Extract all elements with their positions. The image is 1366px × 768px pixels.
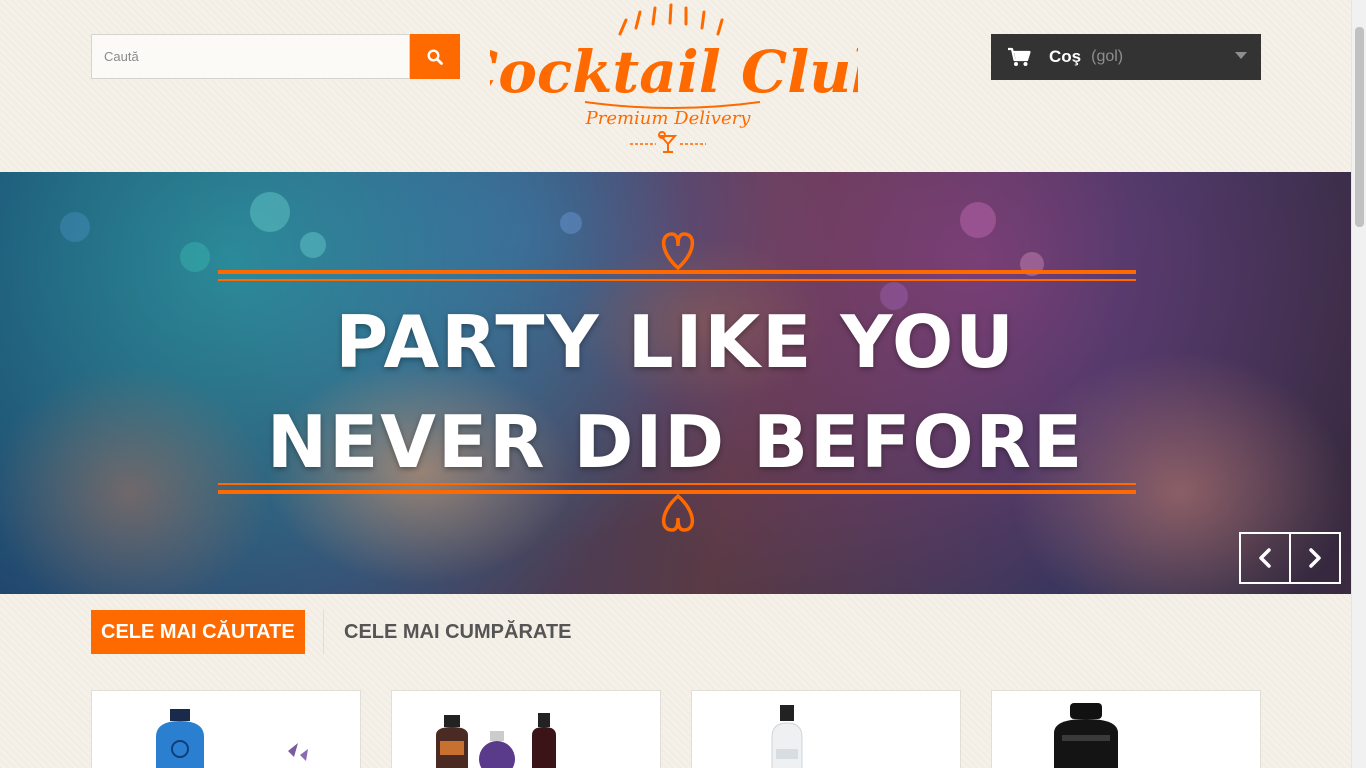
scrollbar-thumb[interactable]	[1355, 27, 1364, 227]
search-input[interactable]	[91, 34, 410, 79]
search-button[interactable]	[410, 34, 460, 79]
banner-headline-line1: PARTY LIKE YOU	[335, 300, 1016, 384]
chevron-right-icon	[1309, 548, 1321, 568]
slider-next-button[interactable]	[1289, 532, 1341, 584]
product-card[interactable]	[391, 690, 661, 768]
chevron-left-icon	[1259, 548, 1271, 568]
scrollbar[interactable]	[1351, 0, 1366, 768]
logo-rays	[618, 3, 724, 36]
site-logo[interactable]: Cocktail Club Premium Delivery	[490, 2, 858, 158]
product-image	[156, 709, 308, 768]
logo-title: Cocktail Club	[490, 38, 858, 106]
product-card[interactable]	[91, 690, 361, 768]
search-icon	[427, 48, 443, 65]
slider-prev-button[interactable]	[1239, 532, 1291, 584]
cart-label: Coş	[1049, 47, 1082, 66]
cart-status: (gol)	[1091, 48, 1124, 65]
tab-most-bought[interactable]: CELE MAI CUMPĂRATE	[323, 610, 591, 654]
page: Cocktail Club Premium Delivery Coş (gol)	[0, 0, 1351, 768]
product-card[interactable]	[691, 690, 961, 768]
search-bar	[91, 34, 460, 79]
chevron-down-icon	[1235, 52, 1247, 59]
product-image	[1054, 703, 1118, 768]
tab-most-searched[interactable]: CELE MAI CĂUTATE	[91, 610, 305, 654]
hero-banner[interactable]: PARTY LIKE YOU NEVER DID BEFORE	[0, 172, 1351, 594]
product-image	[771, 705, 803, 768]
product-image	[436, 713, 556, 768]
shopping-cart-icon	[1008, 47, 1031, 66]
banner-headline-line2: NEVER DID BEFORE	[266, 400, 1085, 484]
product-card[interactable]	[991, 690, 1261, 768]
cocktail-glass-icon	[658, 131, 678, 153]
cart-button[interactable]: Coş (gol)	[991, 34, 1261, 80]
logo-tagline: Premium Delivery	[585, 108, 752, 129]
